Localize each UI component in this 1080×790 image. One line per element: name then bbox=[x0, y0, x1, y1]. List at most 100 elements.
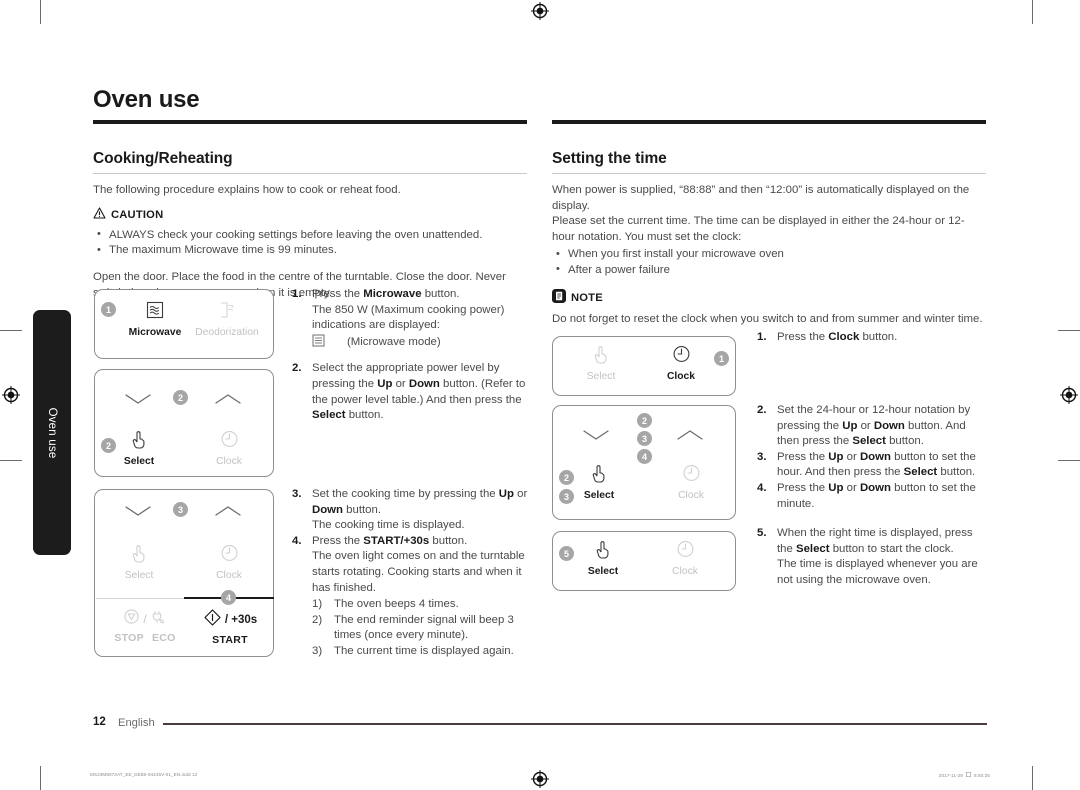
step-line: Press the START/+30s button. bbox=[312, 534, 468, 547]
bullet-item: When you first install your microwave ov… bbox=[552, 247, 986, 263]
step-badge-4: 4 bbox=[221, 590, 236, 605]
imprint-filename: MS23M8074AT_EE_DE68-04445V-01_EN.indd 12 bbox=[90, 772, 198, 777]
hand-pointer-icon bbox=[130, 542, 149, 568]
step-item: 1. Press the Clock button. bbox=[757, 330, 989, 346]
key-clock[interactable]: Clock bbox=[659, 343, 703, 382]
sub-step-item: 2) The end reminder signal will beep 3 t… bbox=[312, 613, 532, 644]
step-number: 4. bbox=[292, 534, 302, 547]
start-diamond-icon bbox=[203, 608, 222, 632]
chevron-up-icon[interactable] bbox=[213, 392, 243, 411]
right-heading-underline bbox=[552, 173, 986, 174]
step-line: When the right time is displayed, press … bbox=[777, 527, 973, 555]
registration-mark-bottom bbox=[531, 770, 549, 788]
key-microwave[interactable]: Microwave bbox=[120, 300, 190, 338]
step-number: 2. bbox=[757, 404, 767, 416]
step-badge-5: 5 bbox=[559, 546, 574, 561]
bullet-item: After a power failure bbox=[552, 262, 986, 279]
chevron-up-icon[interactable] bbox=[213, 504, 243, 523]
key-label-clock: Clock bbox=[666, 371, 696, 382]
hand-pointer-icon bbox=[130, 428, 149, 454]
key-label-select: Select bbox=[123, 456, 155, 467]
step-number: 1. bbox=[292, 288, 302, 300]
key-clock[interactable]: Clock bbox=[207, 542, 251, 581]
chevron-up-icon[interactable] bbox=[675, 428, 705, 447]
right-column: Setting the time When power is supplied,… bbox=[552, 120, 986, 327]
step-badge-2-top: 2 bbox=[637, 413, 652, 428]
step-number: 3. bbox=[292, 488, 302, 500]
section-heading-time: Setting the time bbox=[552, 150, 667, 167]
select-panel: 2 2 Select Clock bbox=[94, 369, 274, 477]
step-line: Press the Up or Down button to set the h… bbox=[777, 450, 976, 479]
imprint-timestamp: 2017-11-29 6:50:35 bbox=[939, 772, 990, 778]
step-line: The cooking time is displayed. bbox=[312, 519, 465, 532]
caution-callout: CAUTION bbox=[93, 206, 527, 224]
clock-icon bbox=[220, 542, 239, 568]
hand-pointer-icon bbox=[592, 343, 611, 369]
step-line: The time is displayed whenever you are n… bbox=[777, 558, 978, 586]
key-select[interactable]: Select bbox=[577, 462, 621, 501]
key-select[interactable]: Select bbox=[579, 343, 623, 382]
cooking-steps-continued: 3. Set the cooking time by pressing the … bbox=[292, 487, 532, 660]
sub-step-number: 3) bbox=[312, 644, 323, 657]
left-heading-underline bbox=[93, 173, 527, 174]
chevron-down-icon[interactable] bbox=[123, 392, 153, 411]
sub-step-item: 1) The oven beeps 4 times. bbox=[312, 597, 532, 613]
note-document-icon bbox=[552, 288, 566, 308]
key-select[interactable]: Select bbox=[117, 428, 161, 467]
microwave-mode-caption: (Microwave mode) bbox=[347, 336, 441, 349]
crop-mark-bottom-left bbox=[40, 766, 41, 790]
updown-select-panel: 2 3 4 2 3 Select Clock bbox=[552, 405, 736, 520]
key-clock[interactable]: Clock bbox=[669, 462, 713, 501]
key-start[interactable]: / +30s START bbox=[191, 608, 269, 646]
hand-pointer-icon bbox=[594, 538, 613, 564]
key-clock[interactable]: Clock bbox=[207, 428, 251, 467]
time-steps-1: 1. Press the Clock button. bbox=[757, 330, 989, 346]
step-number: 5. bbox=[757, 527, 767, 539]
page-title: Oven use bbox=[93, 86, 200, 113]
left-column-top-rule bbox=[93, 120, 527, 124]
select-confirm-panel: 5 Select Clock bbox=[552, 531, 736, 591]
crop-mark-left-upper bbox=[0, 330, 22, 331]
step-number: 4. bbox=[757, 481, 767, 494]
step-item: 4. Press the START/+30s button. The oven… bbox=[292, 534, 532, 660]
sub-step-number: 1) bbox=[312, 598, 323, 611]
crop-mark-left-lower bbox=[0, 460, 22, 461]
step-text: Set the cooking time by pressing the Up … bbox=[312, 487, 532, 534]
key-label-stop: STOP bbox=[114, 632, 144, 644]
chevron-down-icon[interactable] bbox=[123, 504, 153, 523]
step-text: Set the 24-hour or 12-hour notation by p… bbox=[777, 403, 989, 450]
step-sub-list: 1) The oven beeps 4 times. 2) The end re… bbox=[312, 597, 532, 659]
step-line: Press the Microwave button. bbox=[312, 288, 460, 300]
caution-item: The maximum Microwave time is 99 minutes… bbox=[93, 243, 527, 259]
chevron-down-icon[interactable] bbox=[581, 428, 611, 447]
key-clock[interactable]: Clock bbox=[663, 538, 707, 577]
step-text: Press the Up or Down button to set the h… bbox=[777, 450, 989, 481]
key-select[interactable]: Select bbox=[117, 542, 161, 581]
microwave-mode-icon bbox=[312, 334, 325, 353]
panel-divider-left bbox=[96, 598, 184, 599]
registration-mark-top bbox=[531, 2, 549, 20]
step-text: When the right time is displayed, press … bbox=[777, 526, 989, 588]
key-label-select: Select bbox=[583, 490, 615, 501]
step-text: Select the appropriate power level by pr… bbox=[312, 361, 532, 423]
caution-item: ALWAYS check your cooking settings befor… bbox=[93, 227, 527, 244]
sub-step-text: The current time is displayed again. bbox=[334, 644, 514, 657]
time-paragraph-2: Please set the current time. The time ca… bbox=[552, 215, 965, 243]
key-select[interactable]: Select bbox=[581, 538, 625, 577]
step-item: 5. When the right time is displayed, pre… bbox=[757, 526, 989, 588]
step-badge-2-top: 2 bbox=[173, 390, 188, 405]
step-badge-3: 3 bbox=[173, 502, 188, 517]
stop-icon bbox=[123, 608, 140, 630]
key-deodorization[interactable]: Deodorization bbox=[183, 300, 271, 338]
step-line: Select the appropriate power level by pr… bbox=[312, 362, 526, 422]
time-paragraph-1: When power is supplied, “88:88” and then… bbox=[552, 184, 970, 212]
step-line: Set the cooking time by pressing the Up … bbox=[312, 488, 528, 516]
crop-mark-top-left bbox=[40, 0, 41, 24]
caution-list: ALWAYS check your cooking settings befor… bbox=[93, 227, 527, 260]
microwave-panel: 1 Microwave Deodorization bbox=[94, 289, 274, 359]
step-text: Press the Up or Down button to set the m… bbox=[777, 481, 989, 512]
clock-icon bbox=[682, 462, 701, 488]
key-stop-eco[interactable]: / STOP ECO bbox=[107, 608, 183, 644]
step-number: 1. bbox=[757, 331, 767, 343]
step-text: Press the Clock button. bbox=[777, 330, 989, 346]
